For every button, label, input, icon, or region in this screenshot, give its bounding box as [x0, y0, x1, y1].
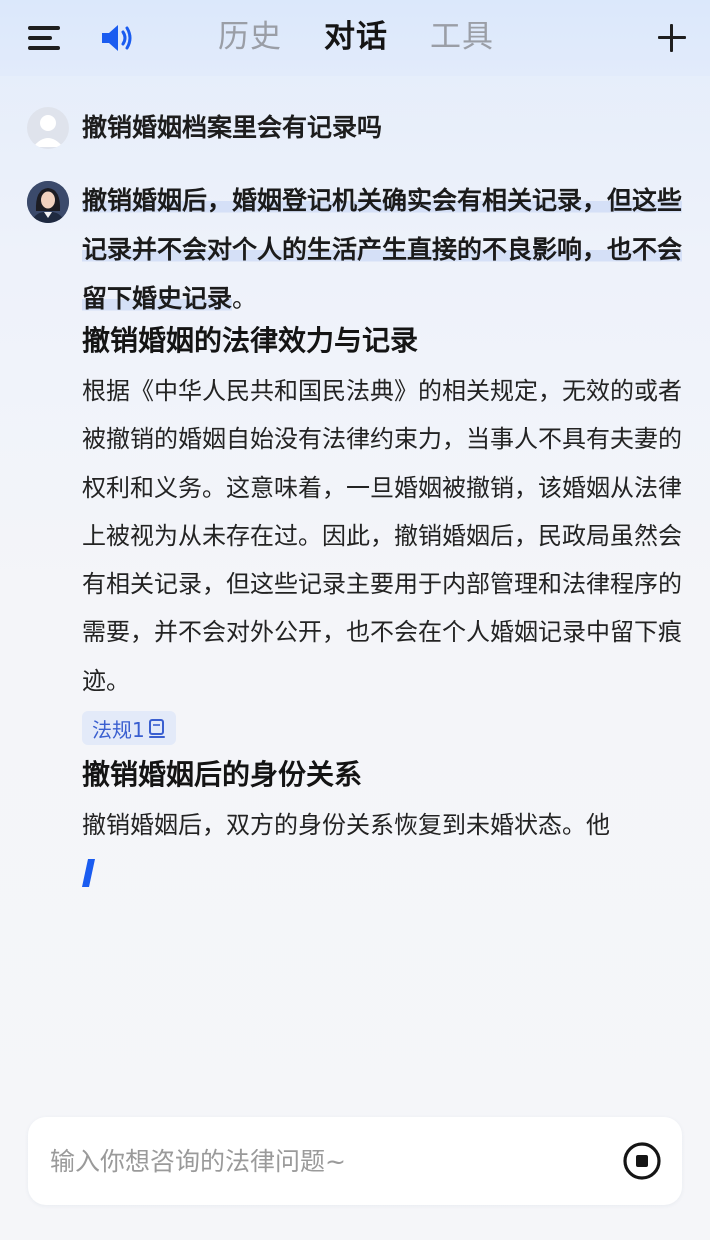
- answer-summary-highlight: 撤销婚姻后，婚姻登记机关确实会有相关记录，但这些记录并不会对个人的生活产生直接的…: [82, 186, 683, 313]
- section-heading-legal-effect: 撤销婚姻的法律效力与记录: [82, 324, 419, 357]
- assistant-answer: 撤销婚姻后，婚姻登记机关确实会有相关记录，但这些记录并不会对个人的生活产生直接的…: [82, 176, 683, 888]
- assistant-portrait-icon: [27, 181, 69, 223]
- speaker-icon[interactable]: [100, 22, 136, 54]
- citation-label: 法规1: [92, 717, 145, 742]
- tab-tools[interactable]: 工具: [430, 16, 494, 58]
- section-heading-identity: 撤销婚姻后的身份关系: [82, 758, 363, 792]
- top-bar: 历史 对话 工具: [0, 0, 710, 76]
- tab-history[interactable]: 历史: [218, 16, 282, 58]
- new-chat-plus-icon[interactable]: [658, 24, 686, 52]
- book-icon: [148, 719, 165, 739]
- question-input[interactable]: [48, 1137, 612, 1185]
- tab-chat[interactable]: 对话: [324, 16, 388, 58]
- answer-summary-tail: 。: [232, 284, 258, 313]
- answer-summary: 撤销婚姻后，婚姻登记机关确实会有相关记录，但这些记录并不会对个人的生活产生直接的…: [82, 176, 683, 323]
- section-body-legal-effect: 根据《中华人民共和国民法典》的相关规定，无效的或者被撤销的婚姻自始没有法律约束力…: [82, 377, 682, 695]
- user-avatar: [27, 107, 69, 149]
- chat-input-bar: [28, 1117, 682, 1205]
- stop-generation-button[interactable]: [622, 1141, 662, 1181]
- menu-icon[interactable]: [28, 24, 62, 52]
- user-question: 撤销婚姻档案里会有记录吗: [82, 113, 383, 142]
- user-silhouette-icon: [33, 115, 63, 147]
- assistant-avatar: [27, 181, 69, 223]
- section-body-identity: 撤销婚姻后，双方的身份关系恢复到未婚状态。他: [82, 811, 610, 840]
- citation-tag[interactable]: 法规1: [82, 711, 176, 746]
- typing-cursor-icon: [82, 859, 95, 888]
